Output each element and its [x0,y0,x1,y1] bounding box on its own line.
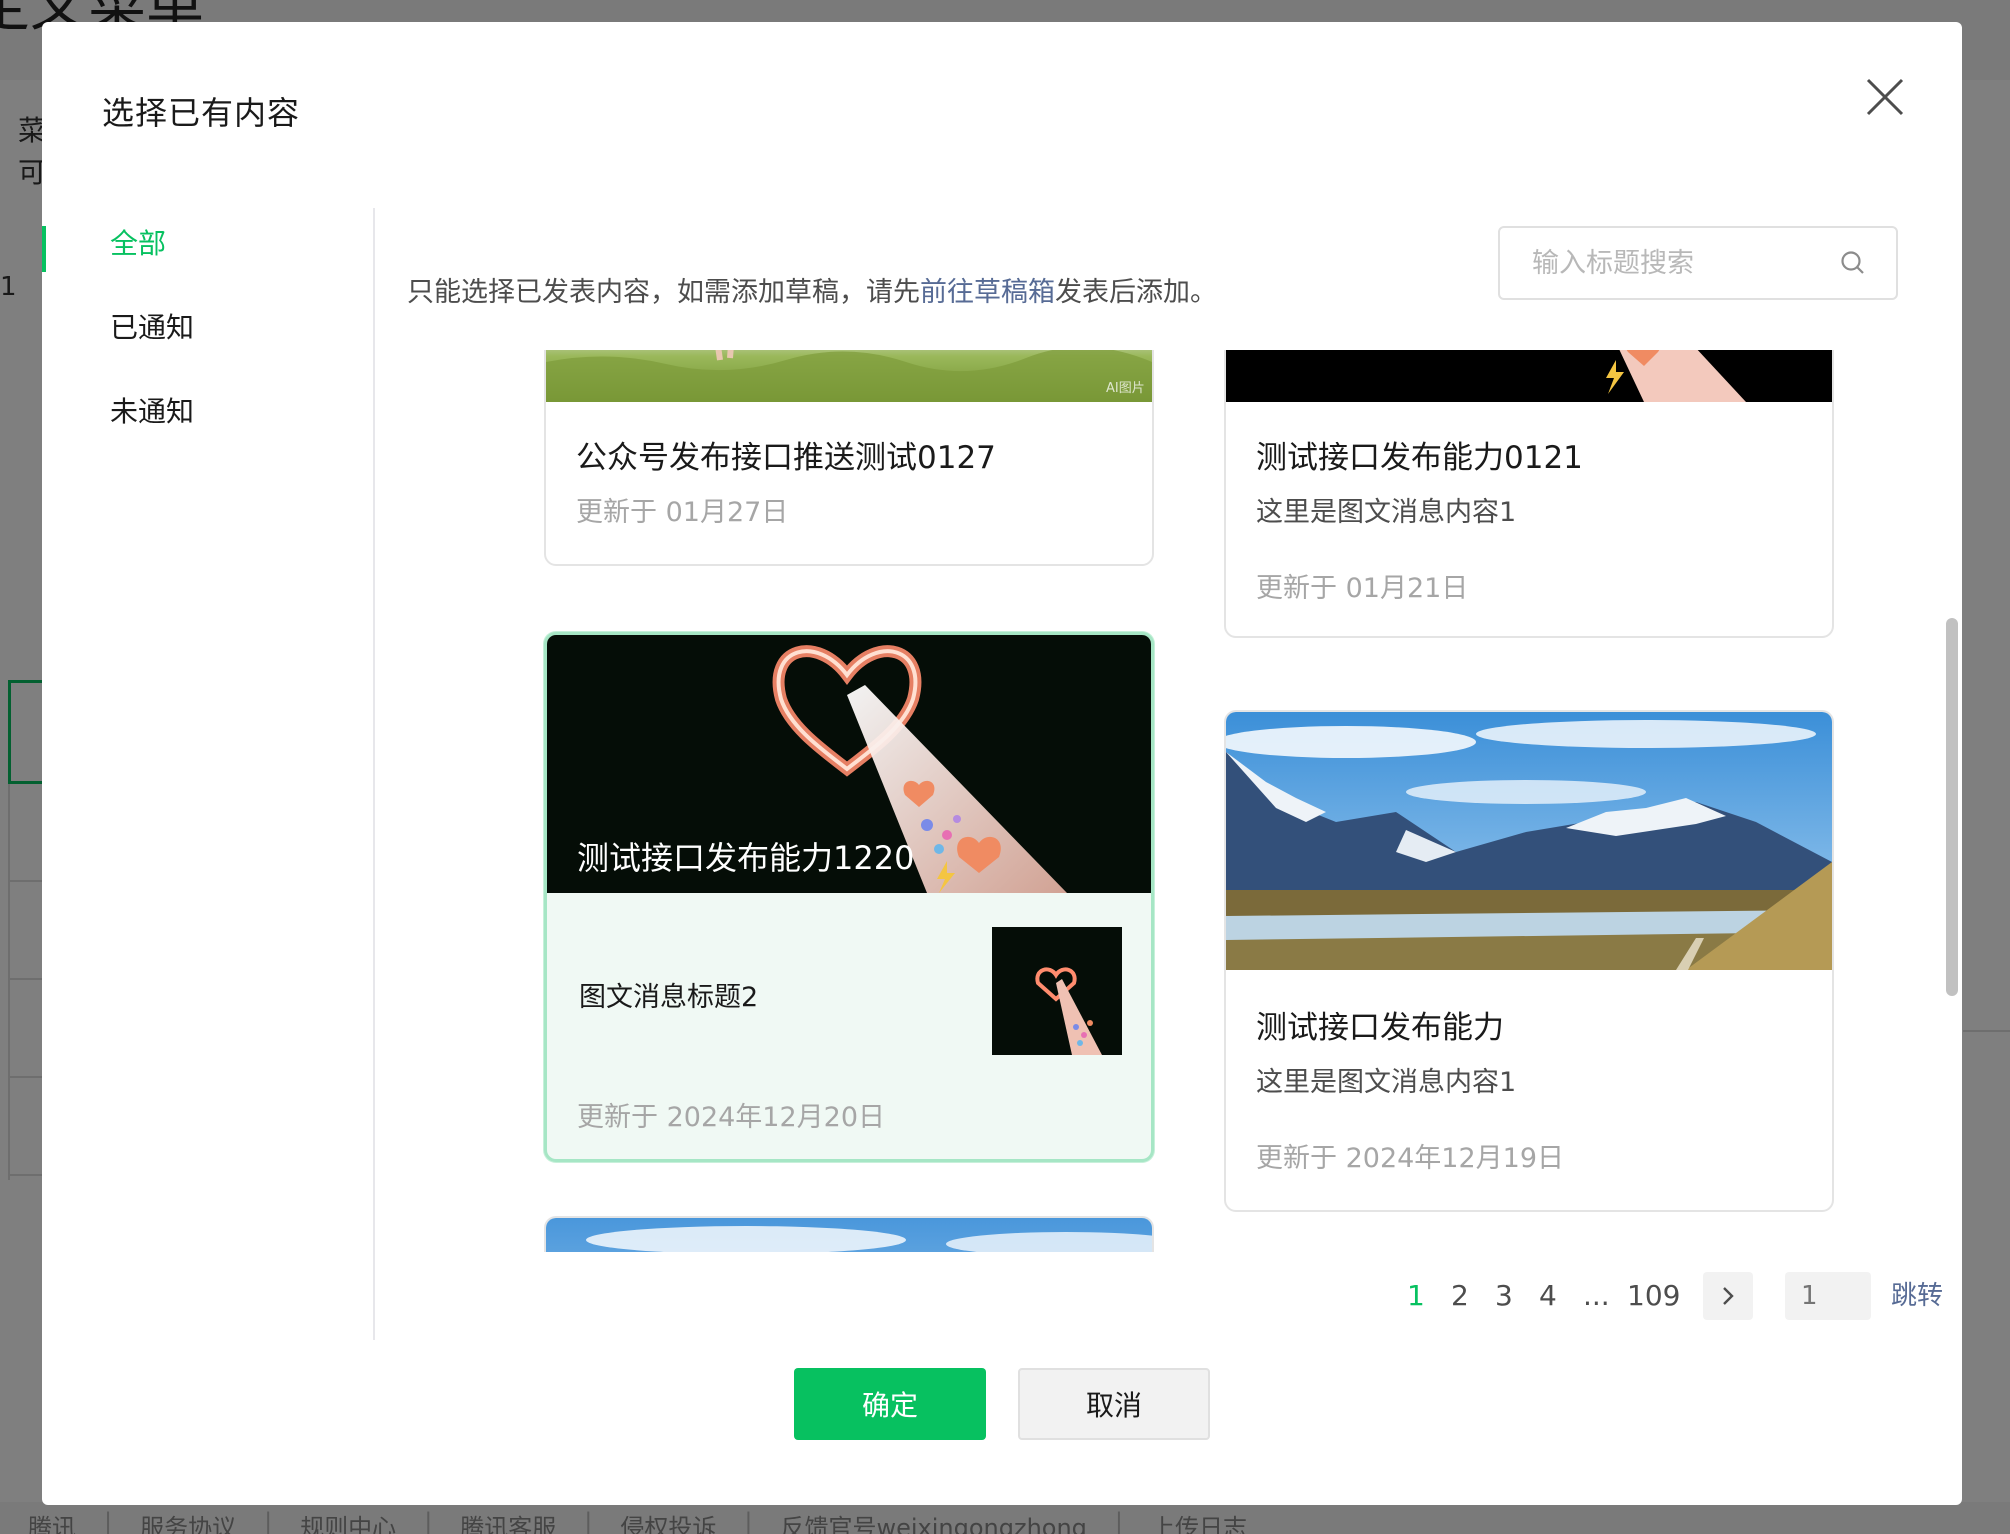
card-title: 公众号发布接口推送测试0127 [576,440,996,476]
scrollbar-thumb[interactable] [1946,618,1958,996]
content-list: AI图片 公众号发布接口推送测试0127 更新于 01月27日 测试接口发布能力… [382,350,1912,1252]
close-button[interactable] [1860,72,1910,122]
page-4[interactable]: 4 [1539,1272,1557,1320]
content-card[interactable]: AI图片 公众号发布接口推送测试0127 更新于 01月27日 [544,350,1154,566]
card-cover-image: AI图片 [546,350,1152,402]
search-input[interactable] [1532,228,1832,298]
card-title: 测试接口发布能力 [1256,1010,1504,1046]
confirm-button[interactable]: 确定 [794,1368,986,1440]
dialog-title: 选择已有内容 [102,94,301,132]
nav-divider [373,208,375,1340]
content-card[interactable]: 测试接口发布能力0121 这里是图文消息内容1 更新于 01月21日 [1224,350,1834,638]
go-to-drafts-link[interactable]: 前往草稿箱 [920,277,1055,308]
card-cover-image [546,1218,1152,1252]
card-date: 更新于 2024年12月19日 [1256,1143,1565,1174]
category-tabs: 全部 已通知 未通知 [42,202,372,454]
notice-text-after: 发表后添加。 [1055,277,1217,308]
cancel-button[interactable]: 取消 [1018,1368,1210,1440]
page-2[interactable]: 2 [1451,1272,1469,1320]
content-card[interactable]: 测试接口发布能力 这里是图文消息内容1 更新于 2024年12月19日 [1224,710,1834,1212]
card-date: 更新于 2024年12月20日 [577,1102,886,1133]
card-sub-item-title: 图文消息标题2 [579,982,759,1013]
page-3[interactable]: 3 [1495,1272,1513,1320]
search-icon[interactable] [1838,248,1868,278]
card-cover-image [1226,350,1832,402]
page-jump-input[interactable] [1785,1272,1871,1320]
tab-all[interactable]: 全部 [42,202,372,286]
next-page-button[interactable] [1703,1272,1753,1320]
card-title: 测试接口发布能力0121 [1256,440,1583,476]
select-content-dialog: 选择已有内容 全部 已通知 未通知 只能选择已发表内容，如需添加草稿，请先前往草… [42,22,1962,1505]
page-jump-button[interactable]: 跳转 [1891,1272,1943,1320]
tab-notified[interactable]: 已通知 [42,286,372,370]
card-date: 更新于 01月27日 [576,497,789,528]
card-date: 更新于 01月21日 [1256,573,1469,604]
card-digest: 这里是图文消息内容1 [1256,1067,1517,1098]
page-1[interactable]: 1 [1407,1272,1425,1320]
chevron-right-icon [1723,1287,1734,1305]
tab-not-notified[interactable]: 未通知 [42,370,372,454]
page-last[interactable]: 109 [1627,1272,1680,1320]
card-title: 测试接口发布能力1220 [577,839,915,877]
card-cover-image [1226,712,1832,970]
card-sub-item-thumbnail [992,927,1122,1055]
notice-text: 只能选择已发表内容，如需添加草稿，请先前往草稿箱发表后添加。 [407,270,1217,309]
page-ellipsis: ... [1583,1279,1610,1312]
notice-text-before: 只能选择已发表内容，如需添加草稿，请先 [407,277,920,308]
ai-image-badge: AI图片 [1106,381,1145,396]
content-card-selected[interactable]: 测试接口发布能力1220 图文消息标题2 更新于 2024年12月20日 [544,632,1154,1162]
content-card[interactable] [544,1216,1154,1252]
card-digest: 这里是图文消息内容1 [1256,497,1517,528]
close-icon [1866,78,1904,116]
